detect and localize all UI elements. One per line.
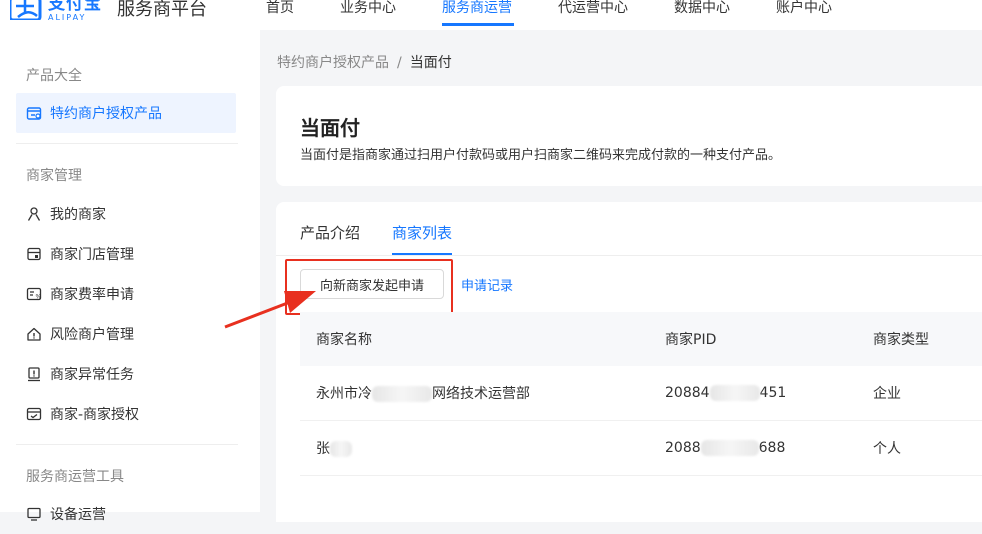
page-description: 当面付是指商家通过扫用户付款码或用户扫商家二维码来完成付款的一种支付产品。 bbox=[300, 148, 782, 163]
merchant-name-start: 张 bbox=[316, 441, 330, 457]
auth-icon bbox=[26, 407, 42, 421]
merchant-list-card: 产品介绍 商家列表 向新商家发起申请 申请记录 商家名称 商家PID 商家类型 … bbox=[276, 202, 982, 522]
merchant-name-start: 永州市冷 bbox=[316, 386, 372, 402]
shop-auth-icon bbox=[26, 107, 42, 120]
sidebar-divider bbox=[16, 444, 238, 445]
redaction-blur bbox=[372, 386, 432, 402]
top-header: 支付宝 ALIPAY 服务商平台 首页 业务中心 服务商运营 代运营中心 数据中… bbox=[0, 0, 982, 30]
apply-record-link[interactable]: 申请记录 bbox=[461, 275, 513, 294]
nav-home[interactable]: 首页 bbox=[266, 0, 340, 27]
merchant-type: 企业 bbox=[873, 386, 901, 402]
sidebar-group-operation-tools: 服务商运营工具 bbox=[26, 469, 124, 485]
merchant-pid-start: 2088 bbox=[665, 440, 701, 456]
merchant-pid-start: 20884 bbox=[665, 385, 710, 401]
sidebar-item-exception-tasks[interactable]: 商家异常任务 bbox=[16, 354, 236, 394]
sidebar-item-label: 我的商家 bbox=[50, 207, 106, 223]
apply-new-merchant-button[interactable]: 向新商家发起申请 bbox=[300, 269, 444, 299]
sidebar: 产品大全 特约商户授权产品 商家管理 我的商家 商家门店管理 % 商家费率申请 … bbox=[0, 30, 260, 523]
sidebar-divider bbox=[16, 143, 238, 144]
tab-merchant-list[interactable]: 商家列表 bbox=[392, 222, 453, 255]
sidebar-item-label: 商家异常任务 bbox=[50, 367, 134, 383]
sidebar-item-label: 设备运营 bbox=[50, 507, 106, 523]
nav-data-center[interactable]: 数据中心 bbox=[674, 0, 776, 27]
sidebar-item-label: 特约商户授权产品 bbox=[50, 106, 162, 122]
merchant-pid: 2088 688 bbox=[665, 440, 785, 456]
breadcrumb-current: 当面付 bbox=[409, 55, 452, 71]
sidebar-item-label: 风险商户管理 bbox=[50, 327, 134, 343]
sidebar-item-risk-merchants[interactable]: 风险商户管理 bbox=[16, 314, 236, 354]
alipay-logo-icon bbox=[10, 0, 42, 20]
sidebar-item-stores[interactable]: 商家门店管理 bbox=[16, 234, 236, 274]
sidebar-group-products: 产品大全 bbox=[26, 68, 82, 84]
breadcrumb: 特约商户授权产品 / 当面付 bbox=[277, 52, 452, 72]
main-nav: 首页 业务中心 服务商运营 代运营中心 数据中心 账户中心 bbox=[266, 0, 856, 27]
sidebar-item-merchant-auth-link[interactable]: 商家-商家授权 bbox=[16, 394, 236, 434]
table-header: 商家名称 商家PID 商家类型 bbox=[300, 312, 982, 366]
merchant-name: 张 bbox=[316, 438, 352, 458]
tabs: 产品介绍 商家列表 bbox=[300, 222, 484, 255]
logo-cn-text: 支付宝 bbox=[48, 0, 102, 14]
store-icon bbox=[27, 247, 41, 261]
sidebar-item-merchant-auth[interactable]: 特约商户授权产品 bbox=[16, 93, 236, 133]
page-title: 当面付 bbox=[300, 116, 360, 140]
merchant-pid-end: 451 bbox=[759, 385, 787, 401]
sidebar-item-rate-apply[interactable]: % 商家费率申请 bbox=[16, 274, 236, 314]
redaction-blur bbox=[700, 440, 759, 456]
platform-name: 服务商平台 bbox=[117, 0, 207, 20]
svg-text:%: % bbox=[36, 294, 42, 301]
redaction-blur bbox=[709, 385, 760, 401]
user-icon bbox=[27, 207, 41, 221]
alipay-logo[interactable]: 支付宝 ALIPAY bbox=[10, 0, 102, 23]
annotation-arrow-icon bbox=[224, 291, 316, 329]
merchant-table: 商家名称 商家PID 商家类型 永州市冷 网络技术运营部 20884 451 企业 … bbox=[300, 312, 982, 476]
tab-product-intro[interactable]: 产品介绍 bbox=[300, 222, 360, 255]
breadcrumb-parent[interactable]: 特约商户授权产品 bbox=[277, 55, 389, 71]
tabs-divider bbox=[276, 255, 982, 256]
merchant-type: 个人 bbox=[873, 441, 901, 457]
merchant-name-end: 网络技术运营部 bbox=[432, 386, 530, 402]
nav-agency-center[interactable]: 代运营中心 bbox=[558, 0, 674, 27]
column-header-name: 商家名称 bbox=[316, 332, 372, 348]
sidebar-item-device-ops[interactable]: 设备运营 bbox=[16, 494, 236, 534]
sidebar-item-label: 商家费率申请 bbox=[50, 287, 134, 303]
breadcrumb-separator: / bbox=[397, 55, 402, 71]
sidebar-group-merchant-mgmt: 商家管理 bbox=[26, 168, 82, 184]
table-row[interactable]: 永州市冷 网络技术运营部 20884 451 企业 bbox=[300, 366, 982, 421]
redaction-blur bbox=[330, 441, 352, 457]
sidebar-item-my-merchants[interactable]: 我的商家 bbox=[16, 194, 236, 234]
merchant-pid: 20884 451 bbox=[665, 385, 786, 401]
home-risk-icon bbox=[27, 327, 41, 341]
device-icon bbox=[27, 507, 41, 521]
nav-operations[interactable]: 服务商运营 bbox=[442, 0, 514, 27]
rate-icon: % bbox=[26, 287, 42, 301]
sidebar-item-label: 商家门店管理 bbox=[50, 247, 134, 263]
merchant-pid-end: 688 bbox=[758, 440, 786, 456]
column-header-pid: 商家PID bbox=[665, 332, 717, 348]
sidebar-item-label: 商家-商家授权 bbox=[50, 407, 140, 423]
column-header-type: 商家类型 bbox=[873, 332, 929, 348]
logo-en-text: ALIPAY bbox=[48, 13, 87, 22]
merchant-name: 永州市冷 网络技术运营部 bbox=[316, 383, 530, 403]
table-row[interactable]: 张 2088 688 个人 bbox=[300, 421, 982, 476]
nav-account-center[interactable]: 账户中心 bbox=[776, 0, 856, 27]
alert-icon bbox=[28, 367, 40, 382]
product-header-card: 当面付 当面付是指商家通过扫用户付款码或用户扫商家二维码来完成付款的一种支付产品… bbox=[276, 86, 982, 186]
nav-business-center[interactable]: 业务中心 bbox=[340, 0, 442, 27]
